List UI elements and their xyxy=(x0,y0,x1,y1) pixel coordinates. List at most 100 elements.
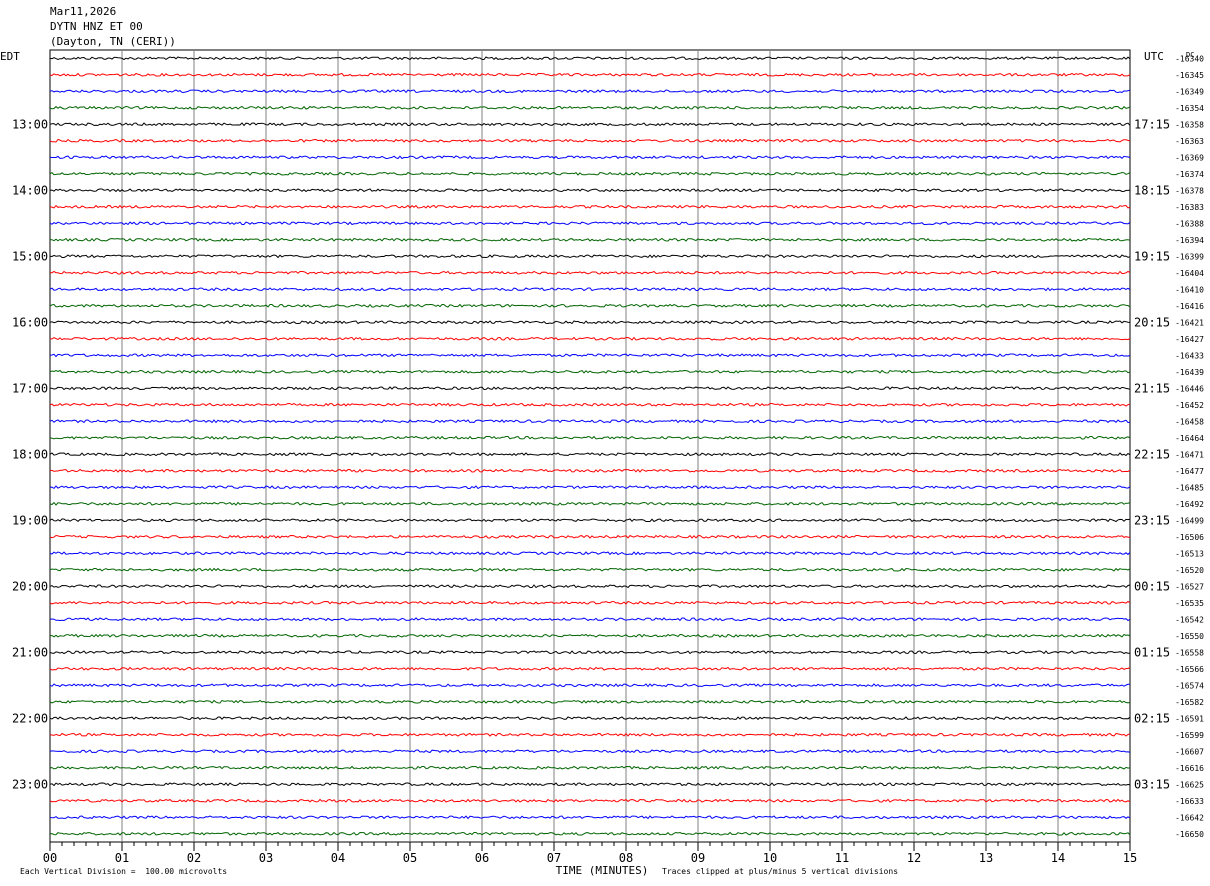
utc-hour-label: 03:15 xyxy=(1134,777,1170,791)
x-tick-label: 13 xyxy=(979,851,993,865)
seismic-trace xyxy=(49,171,1131,176)
dc-offset-label: -16369 xyxy=(1175,153,1204,162)
seismic-trace xyxy=(49,551,1131,556)
edt-hour-label: 22:00 xyxy=(12,711,48,725)
dc-offset-label: -16421 xyxy=(1175,318,1204,327)
dc-offset-label: -16574 xyxy=(1175,681,1204,690)
dc-offset-label: -16354 xyxy=(1175,104,1204,113)
seismic-trace xyxy=(49,732,1131,737)
left-timezone-label: EDT xyxy=(0,50,20,63)
seismic-trace xyxy=(49,254,1131,259)
dc-offset-label: -16416 xyxy=(1175,302,1204,311)
seismic-trace xyxy=(49,270,1131,275)
x-tick-label: 11 xyxy=(835,851,849,865)
edt-hour-label: 23:00 xyxy=(12,777,48,791)
seismic-trace xyxy=(49,798,1131,803)
x-tick-label: 10 xyxy=(763,851,777,865)
dc-header-label: DC xyxy=(1186,51,1194,59)
seismic-trace xyxy=(49,683,1131,688)
x-tick-label: 12 xyxy=(907,851,921,865)
right-timezone-label: UTC xyxy=(1144,50,1164,63)
edt-hour-label: 19:00 xyxy=(12,513,48,527)
seismic-trace xyxy=(49,567,1131,572)
dc-offset-label: -16650 xyxy=(1175,830,1204,839)
seismic-trace xyxy=(49,353,1131,358)
seismic-trace xyxy=(49,204,1131,209)
x-tick-label: 00 xyxy=(43,851,57,865)
seismic-trace xyxy=(49,749,1131,754)
seismic-trace xyxy=(49,72,1131,77)
seismic-trace xyxy=(49,600,1131,605)
seismic-trace xyxy=(49,419,1131,424)
seismic-trace xyxy=(49,138,1131,143)
x-tick-label: 02 xyxy=(187,851,201,865)
seismic-trace xyxy=(49,650,1131,655)
seismic-trace xyxy=(49,122,1131,127)
x-tick-label: 01 xyxy=(115,851,129,865)
dc-offset-label: -16527 xyxy=(1175,582,1204,591)
edt-hour-label: 21:00 xyxy=(12,645,48,659)
dc-offset-label: -16378 xyxy=(1175,186,1204,195)
seismic-trace xyxy=(49,155,1131,160)
x-tick-label: 09 xyxy=(691,851,705,865)
dc-offset-label: -16582 xyxy=(1175,698,1204,707)
dc-offset-label: -16439 xyxy=(1175,368,1204,377)
utc-hour-label: 02:15 xyxy=(1134,711,1170,725)
seismic-trace xyxy=(49,534,1131,539)
dc-offset-label: -16452 xyxy=(1175,401,1204,410)
seismic-trace xyxy=(49,617,1131,622)
dc-offset-label: -16492 xyxy=(1175,500,1204,509)
seismic-trace xyxy=(49,402,1131,407)
seismic-trace xyxy=(49,716,1131,721)
seismic-trace xyxy=(49,336,1131,341)
seismic-trace xyxy=(49,89,1131,94)
dc-offset-label: -16404 xyxy=(1175,269,1204,278)
x-tick-label: 07 xyxy=(547,851,561,865)
dc-offset-label: -16410 xyxy=(1175,285,1204,294)
dc-offset-label: -16599 xyxy=(1175,731,1204,740)
dc-offset-label: -16446 xyxy=(1175,384,1204,393)
dc-offset-label: -16363 xyxy=(1175,137,1204,146)
dc-offset-label: -16550 xyxy=(1175,632,1204,641)
dc-offset-label: -16374 xyxy=(1175,170,1204,179)
dc-offset-label: -16464 xyxy=(1175,434,1204,443)
footer-scale: Each Vertical Division = 100.00 microvol… xyxy=(20,867,228,876)
seismic-trace xyxy=(49,501,1131,506)
utc-hour-label: 01:15 xyxy=(1134,645,1170,659)
dc-offset-label: -16471 xyxy=(1175,450,1204,459)
dc-offset-label: -16616 xyxy=(1175,764,1204,773)
x-tick-label: 06 xyxy=(475,851,489,865)
utc-hour-label: 17:15 xyxy=(1134,117,1170,131)
seismic-trace xyxy=(49,485,1131,490)
plot-frame xyxy=(49,49,1131,843)
helicorder-chart: -16340-16345-16349-16354-16358-16363-163… xyxy=(0,49,1204,877)
seismic-trace xyxy=(49,666,1131,671)
x-axis-title: TIME (MINUTES) xyxy=(556,864,649,877)
dc-offset-label: -16345 xyxy=(1175,71,1204,80)
seismic-trace xyxy=(49,815,1131,820)
utc-hour-label: 22:15 xyxy=(1134,447,1170,461)
seismic-trace xyxy=(49,320,1131,325)
x-tick-label: 03 xyxy=(259,851,273,865)
x-tick-label: 04 xyxy=(331,851,345,865)
seismic-trace xyxy=(49,105,1131,110)
seismic-trace xyxy=(49,303,1131,308)
dc-offset-label: -16399 xyxy=(1175,252,1204,261)
seismic-trace xyxy=(49,831,1131,836)
seismic-trace xyxy=(49,386,1131,391)
dc-offset-label: -16499 xyxy=(1175,516,1204,525)
edt-hour-label: 18:00 xyxy=(12,447,48,461)
seismic-trace xyxy=(49,699,1131,704)
dc-offset-label: -16506 xyxy=(1175,533,1204,542)
dc-offset-label: -16477 xyxy=(1175,467,1204,476)
dc-offset-label: -16625 xyxy=(1175,780,1204,789)
edt-hour-label: 13:00 xyxy=(12,117,48,131)
dc-offset-label: -16388 xyxy=(1175,219,1204,228)
seismic-trace xyxy=(49,237,1131,242)
edt-hour-label: 17:00 xyxy=(12,381,48,395)
seismic-trace xyxy=(49,221,1131,226)
dc-offset-label: -16566 xyxy=(1175,665,1204,674)
dc-offset-label: -16542 xyxy=(1175,615,1204,624)
utc-hour-label: 19:15 xyxy=(1134,249,1170,263)
edt-hour-label: 15:00 xyxy=(12,249,48,263)
